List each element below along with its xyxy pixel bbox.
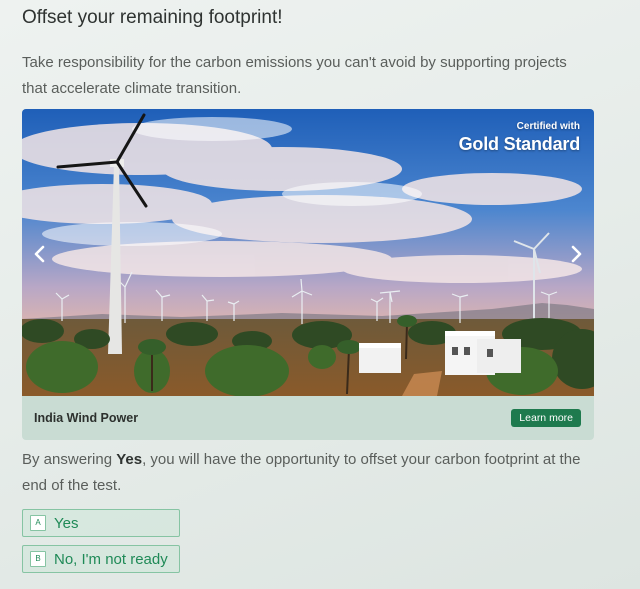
project-carousel: Certified with Gold Standard India Wind … (22, 109, 594, 440)
option-key-a: A (30, 515, 46, 531)
option-label: Yes (54, 514, 79, 532)
question-emphasis: Yes (116, 451, 143, 468)
option-no[interactable]: B No, I'm not ready (22, 545, 180, 573)
intro-text: Take responsibility for the carbon emiss… (22, 54, 567, 97)
certified-label: Certified with (516, 121, 580, 132)
carousel-prev-button[interactable] (28, 239, 52, 269)
certifier-name: Gold Standard (458, 134, 581, 154)
option-label: No, I'm not ready (54, 550, 168, 568)
offset-question: By answering Yes, you will have the oppo… (22, 447, 594, 499)
option-key-b: B (30, 551, 46, 567)
offset-section: Offset your remaining footprint! Take re… (22, 0, 594, 573)
project-name: India Wind Power (34, 411, 139, 425)
learn-more-button[interactable]: Learn more (511, 409, 581, 427)
option-yes[interactable]: A Yes (22, 509, 180, 537)
chevron-right-icon (571, 245, 582, 263)
gold-standard-badge: Certified with Gold Standard (458, 121, 581, 155)
project-caption: India Wind Power Learn more (22, 396, 594, 440)
question-prefix: By answering (22, 451, 117, 468)
carousel-next-button[interactable] (564, 239, 588, 269)
page-title: Offset your remaining footprint! (22, 7, 283, 28)
chevron-left-icon (34, 245, 45, 263)
